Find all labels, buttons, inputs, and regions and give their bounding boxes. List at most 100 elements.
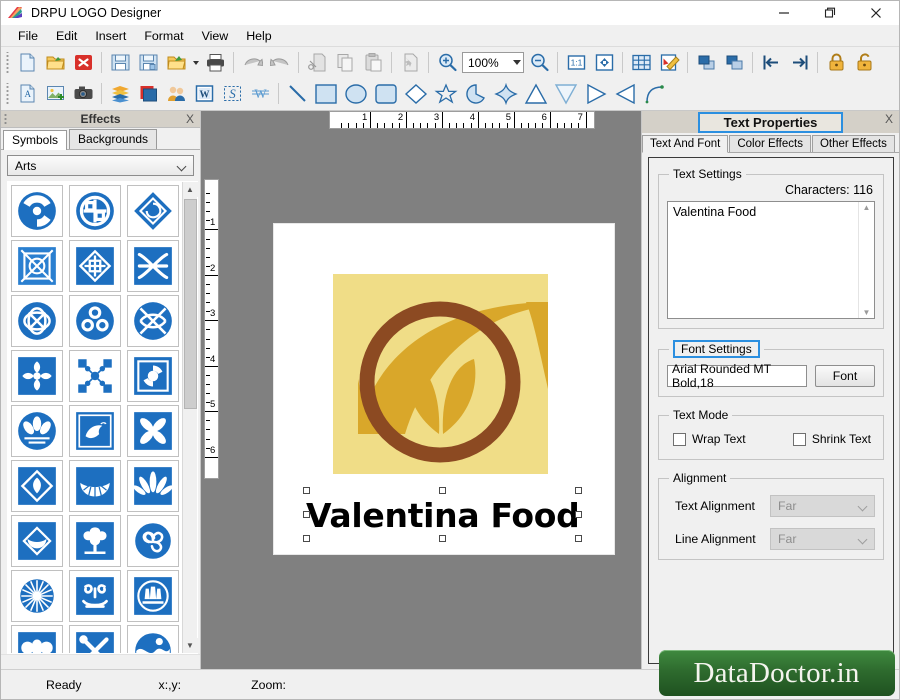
four-point-star-tool-icon[interactable]: [491, 80, 521, 107]
word-art-icon[interactable]: W: [190, 80, 218, 107]
cut-icon[interactable]: [303, 49, 331, 76]
symbol-cell[interactable]: [69, 460, 121, 512]
rectangle-tool-icon[interactable]: [311, 80, 341, 107]
line-tool-icon[interactable]: [283, 80, 311, 107]
zoom-level-combo[interactable]: 100%: [462, 52, 524, 73]
triangle-left-tool-icon[interactable]: [611, 80, 641, 107]
symbol-cell[interactable]: [69, 185, 121, 237]
delete-icon[interactable]: [396, 49, 424, 76]
symbol-cell[interactable]: [127, 570, 179, 622]
fit-page-icon[interactable]: [590, 49, 618, 76]
align-left-icon[interactable]: [757, 49, 785, 76]
export-dropdown-arrow-icon[interactable]: [190, 49, 201, 76]
close-document-icon[interactable]: [69, 49, 97, 76]
star-tool-icon[interactable]: [431, 80, 461, 107]
font-button[interactable]: Font: [815, 365, 875, 387]
arc-tool-icon[interactable]: [641, 80, 669, 107]
symbol-cell[interactable]: [11, 185, 63, 237]
symbol-cell[interactable]: [69, 350, 121, 402]
symbol-cell[interactable]: [11, 240, 63, 292]
chevron-down-icon[interactable]: [513, 60, 521, 65]
tab-other-effects[interactable]: Other Effects: [811, 135, 895, 152]
ellipse-tool-icon[interactable]: [341, 80, 371, 107]
selection-handle[interactable]: [575, 511, 582, 518]
symbol-cell[interactable]: [69, 240, 121, 292]
menu-file[interactable]: File: [9, 27, 47, 45]
symbol-category-select[interactable]: Arts: [7, 155, 194, 176]
actual-size-icon[interactable]: 1:1: [562, 49, 590, 76]
symbol-cell[interactable]: [127, 295, 179, 347]
edit-page-icon[interactable]: [655, 49, 683, 76]
print-icon[interactable]: [201, 49, 229, 76]
insert-text-icon[interactable]: A: [13, 80, 41, 107]
symbol-cell[interactable]: [69, 570, 121, 622]
diamond-tool-icon[interactable]: [401, 80, 431, 107]
scroll-up-icon[interactable]: ▲: [863, 203, 871, 212]
symbol-cell[interactable]: [11, 515, 63, 567]
scroll-down-icon[interactable]: ▼: [182, 638, 198, 653]
menu-insert[interactable]: Insert: [86, 27, 135, 45]
close-icon[interactable]: [853, 1, 899, 25]
selection-handle[interactable]: [575, 487, 582, 494]
color-palette-icon[interactable]: [134, 80, 162, 107]
textarea-scrollbar[interactable]: ▲ ▼: [858, 202, 874, 318]
canvas-text-object[interactable]: Valentina Food: [306, 496, 580, 535]
logo-artwork[interactable]: [333, 274, 548, 474]
shrink-text-option[interactable]: Shrink Text: [792, 432, 871, 446]
undo-icon[interactable]: [238, 49, 266, 76]
selection-handle[interactable]: [303, 535, 310, 542]
send-to-back-icon[interactable]: [720, 49, 748, 76]
line-alignment-select[interactable]: Far: [770, 528, 875, 550]
minimize-icon[interactable]: [761, 1, 807, 25]
align-right-icon[interactable]: [785, 49, 813, 76]
canvas-area[interactable]: Valentina Food: [219, 129, 641, 669]
triangle-right-tool-icon[interactable]: [581, 80, 611, 107]
symbol-cell[interactable]: [11, 405, 63, 457]
lock-icon[interactable]: [822, 49, 850, 76]
menu-edit[interactable]: Edit: [47, 27, 86, 45]
text-alignment-select[interactable]: Far: [770, 495, 875, 517]
paste-icon[interactable]: [359, 49, 387, 76]
symbol-cell[interactable]: [69, 625, 121, 653]
design-page[interactable]: Valentina Food: [274, 224, 614, 554]
zoom-out-icon[interactable]: [525, 49, 553, 76]
contacts-icon[interactable]: [162, 80, 190, 107]
symbol-gallery-scrollbar[interactable]: ▲ ▼: [182, 182, 198, 653]
menu-format[interactable]: Format: [135, 27, 192, 45]
scroll-up-icon[interactable]: ▲: [182, 182, 198, 197]
copy-icon[interactable]: [331, 49, 359, 76]
symbol-cell[interactable]: [127, 515, 179, 567]
symbol-cell[interactable]: [11, 625, 63, 653]
symbol-cell[interactable]: [69, 515, 121, 567]
grid-icon[interactable]: [627, 49, 655, 76]
maximize-icon[interactable]: [807, 1, 853, 25]
save-as-icon[interactable]: [134, 49, 162, 76]
toolbar-grip[interactable]: [4, 51, 11, 74]
selection-handle[interactable]: [303, 511, 310, 518]
zoom-in-icon[interactable]: [433, 49, 461, 76]
symbol-cell[interactable]: [127, 185, 179, 237]
scrollbar-thumb[interactable]: [183, 199, 197, 409]
menu-help[interactable]: Help: [237, 27, 280, 45]
symbol-cell[interactable]: [11, 570, 63, 622]
signature-icon[interactable]: S: [218, 80, 246, 107]
wrap-text-checkbox[interactable]: [673, 432, 686, 446]
triangle-up-tool-icon[interactable]: [521, 80, 551, 107]
layers-icon[interactable]: [106, 80, 134, 107]
text-properties-close-icon[interactable]: X: [885, 112, 893, 126]
save-icon[interactable]: [106, 49, 134, 76]
toolbar-grip[interactable]: [4, 82, 11, 105]
selection-handle[interactable]: [439, 487, 446, 494]
menu-view[interactable]: View: [193, 27, 238, 45]
wrap-text-option[interactable]: Wrap Text: [673, 432, 746, 446]
open-folder-icon[interactable]: [41, 49, 69, 76]
text-content-textarea[interactable]: Valentina Food ▲ ▼: [667, 201, 875, 319]
unlock-icon[interactable]: [850, 49, 878, 76]
selection-handle[interactable]: [575, 535, 582, 542]
export-folder-icon[interactable]: [162, 49, 190, 76]
tab-color-effects[interactable]: Color Effects: [729, 135, 811, 152]
symbol-cell[interactable]: [127, 240, 179, 292]
pie-tool-icon[interactable]: [461, 80, 491, 107]
symbol-cell[interactable]: [69, 405, 121, 457]
new-document-icon[interactable]: [13, 49, 41, 76]
